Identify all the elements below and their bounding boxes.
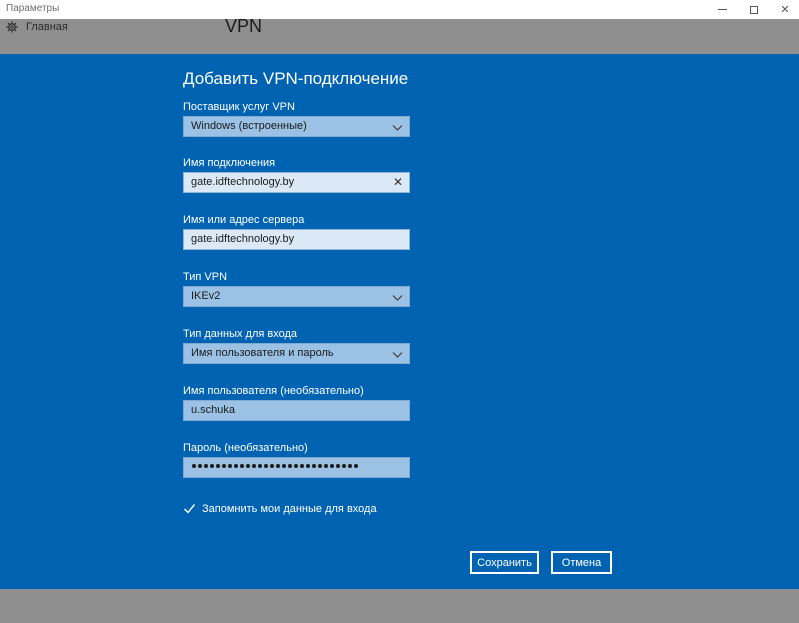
username-value: u.schuka (191, 404, 236, 416)
password-dot (198, 464, 202, 468)
password-dot (354, 464, 358, 468)
password-dot (306, 464, 310, 468)
password-dot (312, 464, 316, 468)
password-dot (276, 464, 280, 468)
password-mask (192, 464, 358, 468)
password-dot (222, 464, 226, 468)
checkmark-icon (184, 504, 196, 514)
vpn-type-value: IKEv2 (191, 290, 221, 302)
password-dot (294, 464, 298, 468)
remember-checkbox[interactable] (183, 502, 196, 515)
password-dot (252, 464, 256, 468)
password-dot (318, 464, 322, 468)
vpn-type-select[interactable]: IKEv2 (183, 286, 410, 307)
vpn-type-label: Тип VPN (183, 271, 228, 283)
password-dot (288, 464, 292, 468)
password-dot (192, 464, 196, 468)
connection-name-input[interactable]: gate.idftechnology.by ✕ (183, 172, 410, 193)
title-bar: Параметры ✕ (0, 0, 799, 19)
server-input[interactable]: gate.idftechnology.by (183, 229, 410, 250)
connection-name-value: gate.idftechnology.by (191, 176, 295, 188)
chevron-down-icon (392, 295, 403, 301)
password-dot (216, 464, 220, 468)
password-label: Пароль (необязательно) (183, 442, 308, 454)
password-dot (348, 464, 352, 468)
password-dot (264, 464, 268, 468)
minimize-button[interactable] (705, 0, 739, 19)
dialog-title: Добавить VPN-подключение (183, 69, 409, 88)
home-label: Главная (26, 21, 68, 33)
password-dot (228, 464, 232, 468)
password-dot (240, 464, 244, 468)
page-title: VPN (225, 16, 263, 36)
password-dot (282, 464, 286, 468)
window-title: Параметры (6, 3, 60, 14)
password-dot (336, 464, 340, 468)
password-dot (324, 464, 328, 468)
password-dot (204, 464, 208, 468)
username-input[interactable]: u.schuka (183, 400, 410, 421)
server-value: gate.idftechnology.by (191, 233, 295, 245)
provider-label: Поставщик услуг VPN (183, 101, 295, 113)
signin-type-label: Тип данных для входа (183, 328, 298, 340)
close-icon: ✕ (780, 4, 790, 16)
signin-type-value: Имя пользователя и пароль (191, 347, 334, 359)
provider-select[interactable]: Windows (встроенные) (183, 116, 410, 137)
maximize-button[interactable] (737, 0, 771, 19)
remember-row[interactable]: Запомнить мои данные для входа (183, 502, 377, 515)
home-nav-item[interactable]: Главная (6, 21, 68, 33)
password-dot (300, 464, 304, 468)
chevron-down-icon (392, 125, 403, 131)
password-dot (210, 464, 214, 468)
cancel-button[interactable]: Отмена (551, 551, 612, 574)
minimize-icon (717, 9, 727, 10)
clear-icon[interactable]: ✕ (393, 175, 403, 189)
gear-icon (6, 21, 18, 33)
password-input[interactable] (183, 457, 410, 478)
add-vpn-dialog: Добавить VPN-подключение Поставщик услуг… (0, 54, 799, 589)
password-dot (234, 464, 238, 468)
password-dot (246, 464, 250, 468)
signin-type-select[interactable]: Имя пользователя и пароль (183, 343, 410, 364)
close-button[interactable]: ✕ (768, 0, 799, 19)
bottom-overlay (0, 589, 799, 623)
username-label: Имя пользователя (необязательно) (183, 385, 364, 397)
settings-page-background (0, 19, 799, 54)
remember-label: Запомнить мои данные для входа (202, 502, 377, 515)
maximize-icon (750, 5, 758, 14)
password-dot (270, 464, 274, 468)
save-button[interactable]: Сохранить (470, 551, 539, 574)
password-dot (330, 464, 334, 468)
provider-value: Windows (встроенные) (191, 120, 307, 132)
password-dot (342, 464, 346, 468)
chevron-down-icon (392, 352, 403, 358)
password-dot (258, 464, 262, 468)
connection-name-label: Имя подключения (183, 157, 276, 169)
server-label: Имя или адрес сервера (183, 214, 305, 226)
